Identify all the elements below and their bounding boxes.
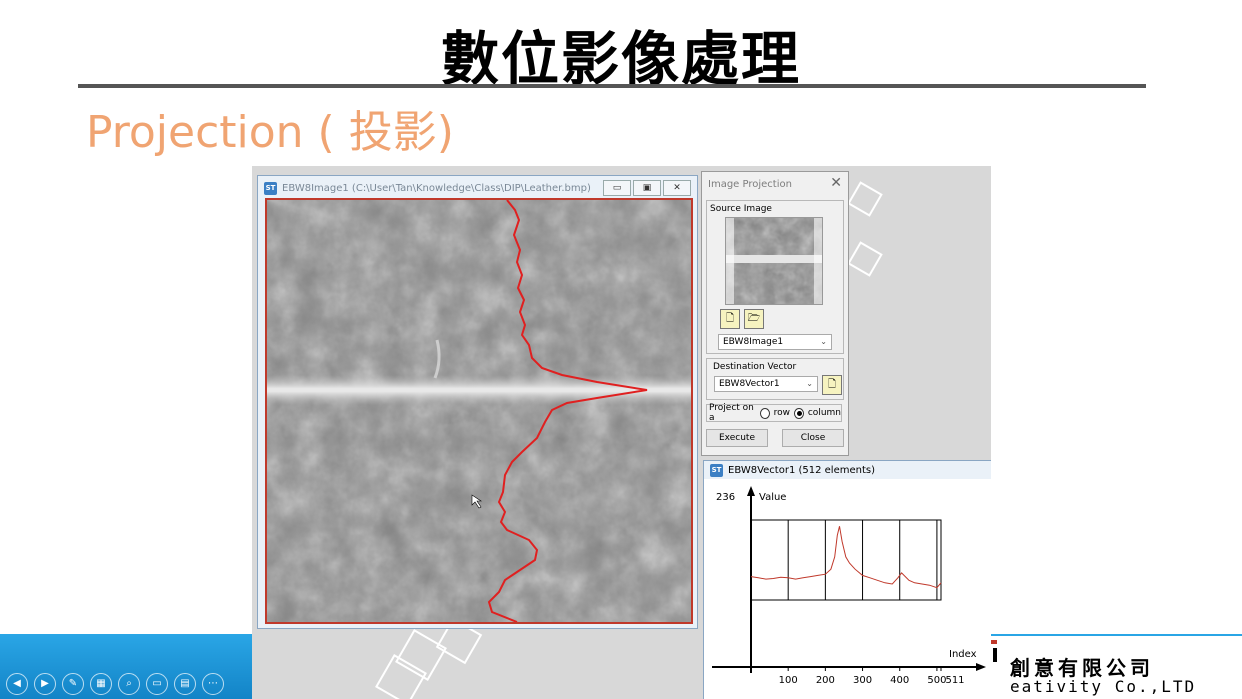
app-icon: ST [264,181,277,195]
company-logo-icon [991,640,997,662]
image-window: ST EBW8Image1 (C:\User\Tan\Knowledge\Cla… [257,175,698,629]
y-axis-arrow-icon [747,486,755,496]
restore-icon[interactable]: ▣ [633,180,661,196]
pen-icon[interactable]: ✎ [62,672,84,695]
company-name-en: eativity Co.,LTD [1010,677,1197,696]
next-slide-icon[interactable]: ▶ [34,672,56,695]
y-axis-label: Value [759,492,786,503]
destination-vector-value: EBW8Vector1 [719,379,780,389]
image-window-title: EBW8Image1 (C:\User\Tan\Knowledge\Class\… [282,182,591,194]
radio-row-label: row [773,408,790,418]
presentation-controls: ◀ ▶ ✎ ▦ ⌕ ▭ ▤ ⋯ [0,668,256,699]
grid-icon[interactable]: ▦ [90,672,112,695]
more-icon[interactable]: ⋯ [202,672,224,695]
title-rule [78,84,1146,88]
execute-button[interactable]: Execute [706,429,768,447]
zoom-icon[interactable]: ⌕ [118,672,140,695]
vector-window-title: EBW8Vector1 (512 elements) [728,464,875,476]
source-image-group: Source Image 🗋 🗁 EBW8Image1 ⌄ [706,200,844,354]
x-axis-label: Index [949,649,977,660]
x-tick-label: 400 [890,675,909,686]
source-image-value: EBW8Image1 [723,337,784,347]
projection-chart: 236 Value Index 100 200 300 400 500511 [712,486,986,686]
radio-column[interactable] [793,407,804,419]
image-projection-dialog: Image Projection ✕ Source Image 🗋 🗁 EBW8… [701,171,849,456]
radio-row[interactable] [759,407,770,419]
x-tick-label: 511 [945,675,964,686]
vector-window-titlebar[interactable]: ST EBW8Vector1 (512 elements) [704,461,991,479]
plot-box [750,519,942,601]
destination-vector-select[interactable]: EBW8Vector1 ⌄ [714,376,818,392]
destination-vector-group: Destination Vector EBW8Vector1 ⌄ 🗋 [706,358,844,400]
chevron-down-icon: ⌄ [820,337,827,346]
screen-icon[interactable]: ▭ [146,672,168,695]
x-tick-label: 100 [779,675,798,686]
minimize-icon[interactable]: ▭ [603,180,631,196]
decor-cube [847,181,883,217]
prev-slide-icon[interactable]: ◀ [6,672,28,695]
chevron-down-icon: ⌄ [806,379,813,388]
vector-window: ST EBW8Vector1 (512 elements) 236 Value In… [703,460,991,699]
new-file-icon[interactable]: 🗋 [720,309,740,329]
open-folder-icon[interactable]: 🗁 [744,309,764,329]
x-tick-label: 500 [927,675,946,686]
slide: 數位影像處理 Projection ( 投影) ◀ ▶ ✎ ▦ ⌕ ▭ ▤ ⋯ … [0,0,1242,699]
source-image-thumbnail [725,217,823,305]
x-axis-arrow-icon [976,663,986,671]
close-button[interactable]: Close [782,429,844,447]
leather-image-svg [267,200,691,622]
y-max-label: 236 [716,492,735,503]
subtitle-icon[interactable]: ▤ [174,672,196,695]
x-tick-label: 300 [853,675,872,686]
project-on-label: Project on a [709,403,754,423]
slide-subtitle: Projection ( 投影) [86,107,454,158]
radio-column-label: column [807,408,841,418]
close-icon[interactable]: ✕ [830,175,842,191]
series-line [750,526,942,589]
source-image-select[interactable]: EBW8Image1 ⌄ [718,334,832,350]
x-tick-label: 200 [816,675,835,686]
destination-vector-label: Destination Vector [713,362,797,372]
leather-image[interactable] [265,198,693,624]
new-vector-icon[interactable]: 🗋 [822,375,842,395]
project-on-group: Project on a row column [706,403,842,423]
decor-cube [847,241,883,277]
app-icon: ST [710,463,723,477]
dialog-title: Image Projection [708,179,792,190]
close-icon[interactable]: ✕ [663,180,691,196]
source-image-label: Source Image [710,204,772,214]
embedded-screenshot: ST EBW8Image1 (C:\User\Tan\Knowledge\Cla… [252,166,991,699]
